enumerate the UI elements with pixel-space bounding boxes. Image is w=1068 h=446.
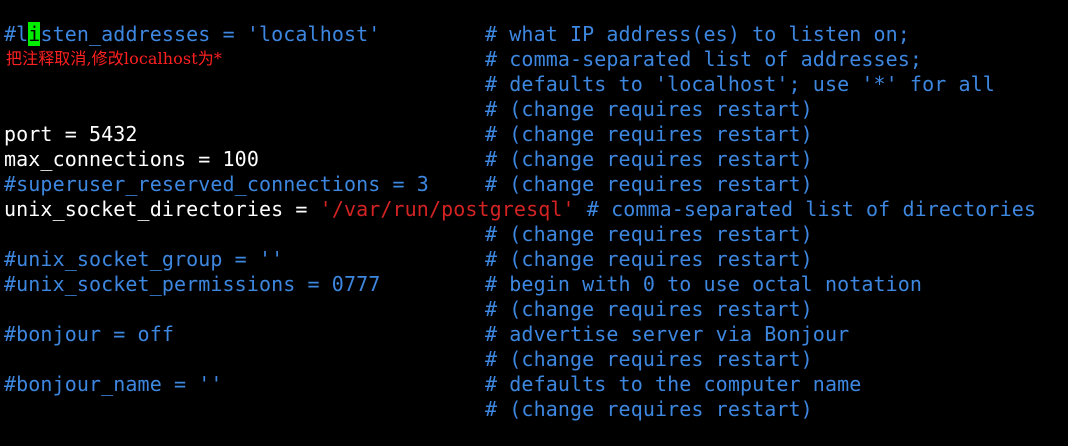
comment-comma-separated: # comma-separated list of addresses; xyxy=(485,47,923,71)
comment-change-restart: # (change requires restart) xyxy=(485,172,813,196)
unix-dirs-key: unix_socket_directories = xyxy=(4,197,320,221)
comment-change-restart: # (change requires restart) xyxy=(485,222,813,246)
config-line-unix-socket-permissions[interactable]: #unix_socket_permissions = 0777 xyxy=(4,272,380,297)
config-line-unix-socket-directories[interactable]: unix_socket_directories = '/var/run/post… xyxy=(4,197,1036,222)
comment-change-restart: # (change requires restart) xyxy=(485,147,813,171)
unix-dirs-value: '/var/run/postgresql' xyxy=(319,197,575,221)
comment-change-restart: # (change requires restart) xyxy=(485,122,813,146)
comment-change-restart: # (change requires restart) xyxy=(485,347,813,371)
comment-listen-on: # what IP address(es) to listen on; xyxy=(485,22,910,46)
config-line-bonjour-name[interactable]: #bonjour_name = '' xyxy=(4,372,223,397)
terminal-editor[interactable]: #listen_addresses = 'localhost' 把注释取消,修改… xyxy=(0,0,1068,446)
config-line-superuser-reserved[interactable]: #superuser_reserved_connections = 3 xyxy=(4,172,429,197)
config-line-listen-addresses[interactable]: #listen_addresses = 'localhost' xyxy=(4,22,380,47)
comment-change-restart: # (change requires restart) xyxy=(485,247,813,271)
config-line-max-connections[interactable]: max_connections = 100 xyxy=(4,147,259,172)
comment-defaults-localhost: # defaults to 'localhost'; use '*' for a… xyxy=(485,72,995,96)
comment-change-restart: # (change requires restart) xyxy=(485,297,813,321)
unix-dirs-comment: # comma-separated list of directories xyxy=(574,197,1036,221)
config-line-unix-socket-group[interactable]: #unix_socket_group = '' xyxy=(4,247,283,272)
listen-prefix: #l xyxy=(4,22,29,46)
comment-change-restart: # (change requires restart) xyxy=(485,397,813,421)
config-line-port[interactable]: port = 5432 xyxy=(4,122,138,147)
comment-change-restart: # (change requires restart) xyxy=(485,97,813,121)
comment-computer-name: # defaults to the computer name xyxy=(485,372,862,396)
comment-advertise-bonjour: # advertise server via Bonjour xyxy=(485,322,850,346)
text-cursor: i xyxy=(28,22,41,46)
listen-rest: sten_addresses = 'localhost' xyxy=(40,22,381,46)
annotation-note: 把注释取消,修改localhost为* xyxy=(6,49,222,68)
config-line-bonjour[interactable]: #bonjour = off xyxy=(4,322,174,347)
comment-octal-notation: # begin with 0 to use octal notation xyxy=(485,272,923,296)
